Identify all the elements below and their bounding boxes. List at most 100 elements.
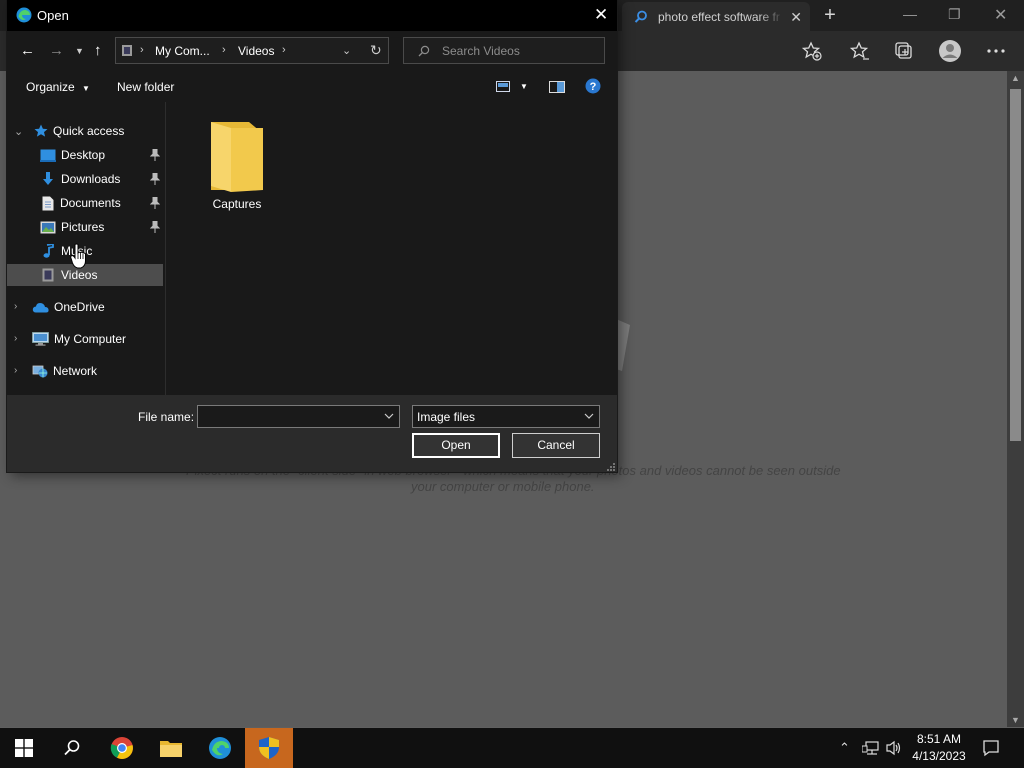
- cancel-button[interactable]: Cancel: [512, 433, 600, 458]
- back-icon[interactable]: ←: [20, 42, 35, 59]
- change-view-icon[interactable]: [496, 81, 510, 92]
- refresh-icon[interactable]: ↻: [370, 42, 382, 59]
- taskbar-security-app[interactable]: [245, 728, 293, 768]
- folder-item[interactable]: Captures: [202, 120, 272, 211]
- file-list-area: Captures: [165, 102, 617, 395]
- breadcrumb-separator[interactable]: ›: [282, 44, 286, 56]
- breadcrumb-separator[interactable]: ›: [222, 44, 226, 56]
- taskbar-clock[interactable]: 8:51 AM 4/13/2023: [906, 731, 972, 765]
- collapsed-chevron-icon[interactable]: ›: [14, 365, 17, 376]
- view-options-chevron-icon[interactable]: ▼: [520, 82, 528, 91]
- hand-cursor-icon: [70, 243, 86, 269]
- nav-label: Documents: [60, 196, 121, 210]
- taskbar-file-explorer[interactable]: [147, 728, 195, 768]
- pin-icon[interactable]: [150, 173, 160, 185]
- network-globe-icon: [32, 365, 48, 377]
- open-button[interactable]: Open: [412, 433, 500, 458]
- network-icon[interactable]: [862, 740, 880, 756]
- nav-network[interactable]: › Network: [7, 360, 163, 382]
- breadcrumb-my-computer[interactable]: My Com...: [155, 44, 210, 58]
- nav-pictures[interactable]: Pictures: [7, 216, 163, 238]
- scroll-up-icon[interactable]: ▲: [1011, 73, 1020, 83]
- file-type-select[interactable]: Image files: [412, 405, 600, 428]
- taskbar-chrome[interactable]: [98, 728, 146, 768]
- organize-button[interactable]: Organize ▼: [26, 80, 90, 94]
- profile-avatar-icon[interactable]: [938, 39, 962, 63]
- search-icon: [634, 10, 647, 23]
- breadcrumb-videos[interactable]: Videos: [238, 44, 274, 58]
- scrollbar-thumb[interactable]: [1010, 89, 1021, 441]
- scroll-down-icon[interactable]: ▼: [1011, 715, 1020, 725]
- pin-icon[interactable]: [150, 221, 160, 233]
- notifications-icon[interactable]: [982, 739, 1000, 757]
- restore-icon[interactable]: ❐: [948, 6, 961, 23]
- windows-logo-icon: [15, 739, 33, 757]
- nav-label: Pictures: [61, 220, 105, 234]
- forward-icon[interactable]: →: [49, 42, 64, 59]
- download-arrow-icon: [43, 172, 53, 185]
- nav-desktop[interactable]: Desktop: [7, 144, 163, 166]
- folder-icon: [211, 122, 263, 192]
- open-file-dialog: Open ✕ ← → ▼ ↑ › My Com... › Videos › ⌄ …: [7, 0, 617, 472]
- search-box[interactable]: Search Videos: [403, 37, 605, 64]
- more-options-icon[interactable]: [985, 40, 1007, 62]
- chevron-down-icon[interactable]: [384, 411, 394, 421]
- start-button[interactable]: [0, 728, 48, 768]
- nav-documents[interactable]: Documents: [7, 192, 163, 214]
- nav-label: Quick access: [53, 124, 125, 138]
- minimize-icon[interactable]: —: [903, 6, 917, 22]
- nav-label: OneDrive: [54, 300, 105, 314]
- collapsed-chevron-icon[interactable]: ›: [14, 333, 17, 344]
- nav-onedrive[interactable]: › OneDrive: [7, 296, 163, 318]
- taskbar-search-button[interactable]: [48, 728, 96, 768]
- recent-locations-icon[interactable]: ▼: [75, 46, 84, 56]
- close-window-icon[interactable]: ✕: [994, 5, 1007, 25]
- chevron-down-icon: ▼: [82, 84, 90, 93]
- up-icon[interactable]: ↑: [94, 42, 102, 59]
- pin-icon[interactable]: [150, 149, 160, 161]
- dialog-close-icon[interactable]: ✕: [594, 5, 608, 25]
- chrome-icon: [110, 737, 133, 759]
- nav-quick-access[interactable]: ⌄ Quick access: [7, 120, 163, 142]
- document-icon: [42, 196, 54, 210]
- page-text-line-2: your computer or mobile phone.: [411, 479, 595, 494]
- file-type-value: Image files: [417, 410, 476, 424]
- nav-my-computer[interactable]: › My Computer: [7, 328, 163, 350]
- new-folder-button[interactable]: New folder: [117, 80, 174, 94]
- browser-tab[interactable]: photo effect software fr ✕: [622, 2, 810, 31]
- desktop-icon: [40, 149, 56, 162]
- tab-close-icon[interactable]: ✕: [790, 9, 802, 26]
- expanded-chevron-icon[interactable]: ⌄: [14, 125, 23, 138]
- nav-downloads[interactable]: Downloads: [7, 168, 163, 190]
- star-icon: [34, 124, 48, 137]
- resize-grip-icon[interactable]: [606, 462, 616, 472]
- add-favorite-icon[interactable]: [801, 40, 823, 62]
- dialog-footer: File name: Image files Open Cancel: [7, 395, 617, 472]
- dialog-title: Open: [37, 8, 69, 23]
- file-name-label: File name:: [138, 410, 195, 424]
- nav-label: My Computer: [54, 332, 127, 346]
- volume-icon[interactable]: [885, 740, 903, 756]
- music-note-icon: [43, 244, 54, 258]
- favorites-icon[interactable]: [848, 40, 870, 62]
- clock-time: 8:51 AM: [916, 732, 962, 746]
- nav-label: Desktop: [61, 148, 106, 162]
- show-hidden-icons-icon[interactable]: ⌃: [839, 740, 850, 756]
- chevron-down-icon: [584, 413, 594, 419]
- dialog-titlebar: Open ✕: [7, 0, 617, 31]
- address-bar[interactable]: › My Com... › Videos › ⌄ ↻: [115, 37, 389, 64]
- address-history-icon[interactable]: ⌄: [342, 44, 351, 57]
- help-icon[interactable]: ?: [585, 78, 601, 94]
- collapsed-chevron-icon[interactable]: ›: [14, 301, 17, 312]
- taskbar-edge[interactable]: [196, 728, 244, 768]
- collections-icon[interactable]: [893, 40, 915, 62]
- file-name-input[interactable]: [197, 405, 400, 428]
- new-tab-button[interactable]: +: [820, 5, 840, 25]
- pin-icon[interactable]: [150, 197, 160, 209]
- taskbar: ⌃: [0, 728, 1024, 768]
- pictures-icon: [40, 221, 56, 233]
- preview-pane-icon[interactable]: [549, 81, 565, 93]
- video-library-icon: [42, 268, 54, 282]
- page-scrollbar[interactable]: ▲ ▼: [1007, 71, 1024, 727]
- tab-title: photo effect software fr: [658, 9, 780, 24]
